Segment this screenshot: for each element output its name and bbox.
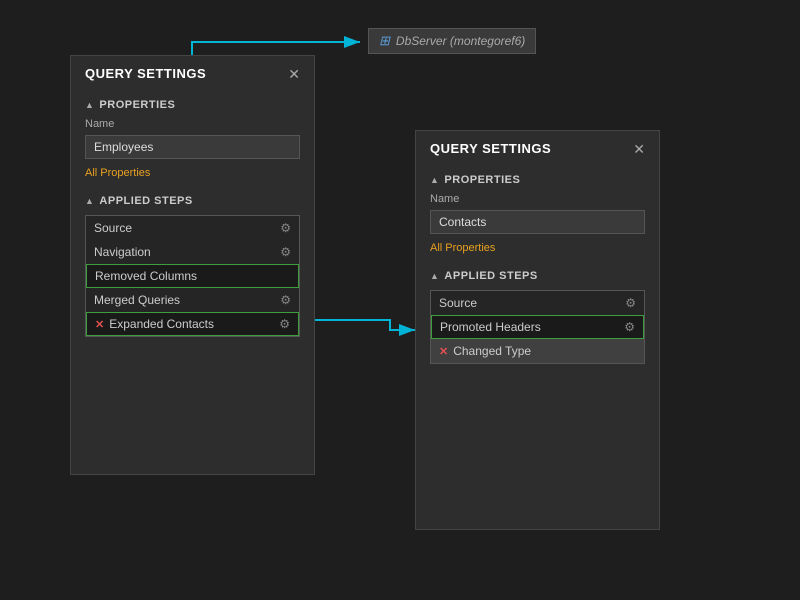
- left-properties-section: ▲ PROPERTIES: [71, 91, 314, 115]
- right-step-promoted-headers-left: Promoted Headers: [440, 320, 541, 334]
- left-step-removed-columns[interactable]: Removed Columns: [86, 264, 299, 288]
- left-step-merged-queries-label: Merged Queries: [94, 293, 180, 307]
- triangle-icon-3: ▲: [430, 175, 439, 185]
- triangle-icon: ▲: [85, 100, 94, 110]
- triangle-icon-4: ▲: [430, 271, 439, 281]
- db-server-badge: ⊞ DbServer (montegoref6): [368, 28, 536, 54]
- right-step-source-left: Source: [439, 296, 477, 310]
- left-step-expanded-contacts-label: Expanded Contacts: [109, 317, 214, 331]
- right-step-changed-type-label: Changed Type: [453, 344, 531, 358]
- left-step-source[interactable]: Source ⚙: [86, 216, 299, 240]
- right-step-promoted-headers[interactable]: Promoted Headers ⚙: [431, 315, 644, 339]
- right-step-promoted-headers-label: Promoted Headers: [440, 320, 541, 334]
- right-error-x-icon: ✕: [439, 345, 448, 358]
- db-icon: ⊞: [379, 33, 390, 49]
- triangle-icon-2: ▲: [85, 196, 94, 206]
- right-close-button[interactable]: ✕: [633, 142, 645, 156]
- right-applied-steps-section: ▲ APPLIED STEPS: [416, 262, 659, 286]
- left-step-navigation-gear[interactable]: ⚙: [280, 245, 291, 259]
- left-step-merged-queries[interactable]: Merged Queries ⚙: [86, 288, 299, 312]
- left-step-merged-queries-left: Merged Queries: [94, 293, 180, 307]
- right-properties-section: ▲ PROPERTIES: [416, 166, 659, 190]
- arrow-to-right-panel: [315, 320, 415, 330]
- left-step-source-gear[interactable]: ⚙: [280, 221, 291, 235]
- left-step-merged-queries-gear[interactable]: ⚙: [280, 293, 291, 307]
- left-step-expanded-contacts-left: ✕ Expanded Contacts: [95, 317, 214, 331]
- left-step-removed-columns-left: Removed Columns: [95, 269, 197, 283]
- right-query-settings-panel: QUERY SETTINGS ✕ ▲ PROPERTIES Name All P…: [415, 130, 660, 530]
- left-step-navigation-left: Navigation: [94, 245, 151, 259]
- arrow-to-db: [192, 42, 360, 55]
- right-all-properties-link[interactable]: All Properties: [416, 240, 659, 262]
- right-step-source[interactable]: Source ⚙: [431, 291, 644, 315]
- left-step-navigation[interactable]: Navigation ⚙: [86, 240, 299, 264]
- left-name-input[interactable]: [85, 135, 300, 159]
- right-applied-steps-label: APPLIED STEPS: [444, 270, 537, 282]
- left-step-removed-columns-label: Removed Columns: [95, 269, 197, 283]
- right-steps-list: Source ⚙ Promoted Headers ⚙ ✕ Changed Ty…: [430, 290, 645, 364]
- right-step-source-gear[interactable]: ⚙: [625, 296, 636, 310]
- right-step-changed-type-left: ✕ Changed Type: [439, 344, 531, 358]
- left-error-x-icon: ✕: [95, 318, 104, 331]
- left-panel-header: QUERY SETTINGS ✕: [71, 56, 314, 91]
- right-name-input[interactable]: [430, 210, 645, 234]
- left-steps-list: Source ⚙ Navigation ⚙ Removed Columns Me…: [85, 215, 300, 337]
- left-applied-steps-section: ▲ APPLIED STEPS: [71, 187, 314, 211]
- right-panel-header: QUERY SETTINGS ✕: [416, 131, 659, 166]
- left-all-properties-link[interactable]: All Properties: [71, 165, 314, 187]
- left-step-expanded-contacts-gear[interactable]: ⚙: [279, 317, 290, 331]
- left-step-source-left: Source: [94, 221, 132, 235]
- right-name-label: Name: [416, 190, 659, 208]
- right-properties-label: PROPERTIES: [444, 174, 520, 186]
- left-step-source-label: Source: [94, 221, 132, 235]
- left-step-expanded-contacts[interactable]: ✕ Expanded Contacts ⚙: [86, 312, 299, 336]
- right-step-source-label: Source: [439, 296, 477, 310]
- left-applied-steps-label: APPLIED STEPS: [99, 195, 192, 207]
- right-panel-title: QUERY SETTINGS: [430, 141, 551, 156]
- left-close-button[interactable]: ✕: [288, 67, 300, 81]
- left-properties-label: PROPERTIES: [99, 99, 175, 111]
- left-panel-title: QUERY SETTINGS: [85, 66, 206, 81]
- db-server-label: DbServer (montegoref6): [396, 34, 525, 48]
- right-step-promoted-headers-gear[interactable]: ⚙: [624, 320, 635, 334]
- left-query-settings-panel: QUERY SETTINGS ✕ ▲ PROPERTIES Name All P…: [70, 55, 315, 475]
- left-step-navigation-label: Navigation: [94, 245, 151, 259]
- left-name-label: Name: [71, 115, 314, 133]
- right-step-changed-type[interactable]: ✕ Changed Type: [431, 339, 644, 363]
